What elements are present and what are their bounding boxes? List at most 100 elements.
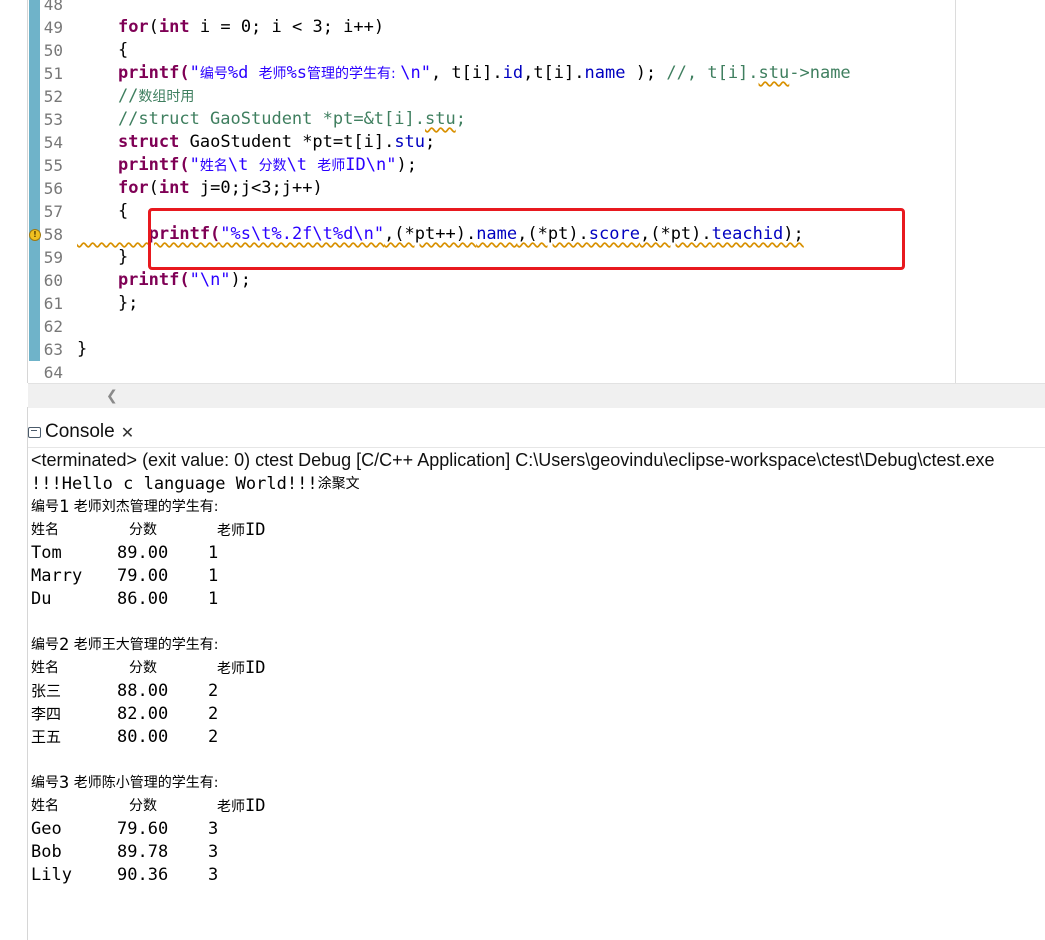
table-row: 王五 80.00 2: [31, 726, 1041, 749]
code-token: "\n": [189, 270, 231, 290]
code-text: //struct GaoStudent *pt=&t[i].stu;: [77, 108, 466, 131]
code-line[interactable]: 54 struct GaoStudent *pt=t[i].stu;: [0, 131, 1045, 154]
scroll-left-arrow-icon[interactable]: ❮: [106, 388, 118, 404]
code-token: {: [77, 40, 129, 60]
editor-horizontal-scrollbar[interactable]: ❮: [28, 383, 1045, 408]
table-row: 李四 82.00 2: [31, 703, 1041, 726]
student-name: Lily: [31, 865, 72, 885]
group-title-rest: 老师陈小管理的学生有:: [69, 775, 219, 791]
code-text: struct GaoStudent *pt=t[i].stu;: [77, 131, 435, 154]
student-score: 82.00: [117, 704, 169, 724]
teacher-id: 3: [208, 842, 219, 862]
code-token: //struct GaoStudent *pt=&t[i].: [77, 109, 425, 129]
header-teacher-label: 老师: [217, 661, 245, 677]
line-number: 52: [43, 87, 63, 106]
header-teacher-id: 老师ID: [217, 519, 265, 543]
table-row: Bob 89.78 3: [31, 841, 1041, 864]
code-line[interactable]: 63}: [0, 338, 1045, 361]
code-line[interactable]: 55 printf("姓名\t 分数\t 老师ID\n");: [0, 154, 1045, 177]
line-number: 48: [43, 0, 63, 14]
header-id-label: ID: [245, 796, 266, 816]
group-title-prefix: 编号: [31, 637, 59, 653]
code-editor[interactable]: 48 49 for(int i = 0; i < 3; i++) 50 {51 pr…: [0, 0, 1045, 383]
student-name: 王五: [31, 728, 62, 746]
student-name: Tom: [31, 543, 62, 563]
teacher-id: 1: [208, 566, 219, 586]
code-line[interactable]: 52 //数组时用: [0, 85, 1045, 108]
student-score: 90.36: [117, 865, 169, 885]
code-text: {: [77, 39, 128, 62]
student-name: Marry: [31, 566, 83, 586]
group-title: 编号 3 老师陈小管理的学生有:: [31, 772, 1041, 795]
student-score: 86.00: [117, 589, 169, 609]
line-number: 64: [43, 363, 63, 382]
table-row: 张三 88.00 2: [31, 680, 1041, 703]
code-token: int: [158, 178, 190, 198]
code-line[interactable]: 51 printf("编号%d 老师%s管理的学生有: \n", t[i].id…: [0, 62, 1045, 85]
code-line[interactable]: 50 {: [0, 39, 1045, 62]
code-token: );: [625, 63, 667, 83]
code-token: ;: [455, 109, 466, 129]
header-id-label: ID: [245, 520, 266, 540]
header-name: 姓名: [31, 522, 59, 538]
console-output[interactable]: !!!Hello c language World!!! 涂聚文 编号 1 老师刘杰…: [31, 473, 1041, 887]
line-number: 55: [43, 156, 63, 175]
code-text: }: [77, 246, 128, 269]
group-title-rest: 老师王大管理的学生有:: [69, 637, 219, 653]
student-score: 79.00: [117, 566, 169, 586]
table-row: Geo 79.60 3: [31, 818, 1041, 841]
student-name: 张三: [31, 682, 62, 700]
code-token: int: [158, 17, 190, 37]
group-title-prefix: 编号: [31, 499, 59, 515]
code-token: 老师: [258, 66, 287, 82]
code-text: printf("编号%d 老师%s管理的学生有: \n", t[i].id,t[…: [77, 62, 851, 85]
group-number: 1: [59, 497, 70, 517]
header-teacher-id: 老师ID: [217, 795, 265, 819]
code-line[interactable]: 53 //struct GaoStudent *pt=&t[i].stu;: [0, 108, 1045, 131]
code-line[interactable]: 48: [0, 0, 1045, 16]
console-status-line: <terminated> (exit value: 0) ctest Debug…: [31, 450, 995, 470]
student-score: 88.00: [117, 681, 169, 701]
code-line[interactable]: 56 for(int j=0;j<3;j++): [0, 177, 1045, 200]
code-token: 编号: [199, 66, 228, 82]
code-line[interactable]: 49 for(int i = 0; i < 3; i++): [0, 16, 1045, 39]
table-row: Du 86.00 1: [31, 588, 1041, 611]
code-token: GaoStudent *pt=t[i].: [179, 132, 395, 152]
code-token: 老师: [317, 158, 346, 174]
line-number: 58: [43, 225, 63, 244]
code-text: //数组时用: [77, 85, 194, 108]
console-tab[interactable]: Console ✕: [28, 418, 134, 446]
header-id-label: ID: [245, 658, 266, 678]
code-token: ": [189, 63, 200, 83]
code-line[interactable]: 64: [0, 361, 1045, 383]
code-text: printf("\n");: [77, 269, 251, 292]
header-name: 姓名: [31, 798, 59, 814]
code-line[interactable]: 61 };: [0, 292, 1045, 315]
greeting-text: !!!Hello c language World!!!: [31, 474, 318, 494]
code-token: 数组时用: [138, 89, 195, 105]
code-token: printf(: [77, 63, 190, 83]
student-name: 李四: [31, 705, 62, 723]
group-title-rest: 老师刘杰管理的学生有:: [69, 499, 219, 515]
code-line[interactable]: 62: [0, 315, 1045, 338]
student-name: Du: [31, 589, 52, 609]
code-token: \n": [400, 63, 431, 83]
line-number: 49: [43, 18, 63, 37]
code-text: for(int i = 0; i < 3; i++): [77, 16, 384, 39]
code-token: i = 0; i < 3; i++): [189, 17, 385, 37]
close-icon[interactable]: ✕: [121, 423, 134, 442]
code-token: ;: [425, 132, 436, 152]
code-token: };: [77, 293, 139, 313]
code-token: stu: [758, 63, 790, 83]
code-token: //: [77, 86, 139, 106]
line-number: 60: [43, 271, 63, 290]
code-token: }: [77, 339, 88, 359]
code-line[interactable]: 60 printf("\n");: [0, 269, 1045, 292]
code-token: //, t[i].: [666, 63, 759, 83]
code-text: printf("姓名\t 分数\t 老师ID\n");: [77, 154, 417, 177]
student-name: Bob: [31, 842, 62, 862]
console-groups: 编号 1 老师刘杰管理的学生有: 姓名 分数 老师ID Tom 89.00 1 Marry 79.…: [31, 496, 1041, 887]
